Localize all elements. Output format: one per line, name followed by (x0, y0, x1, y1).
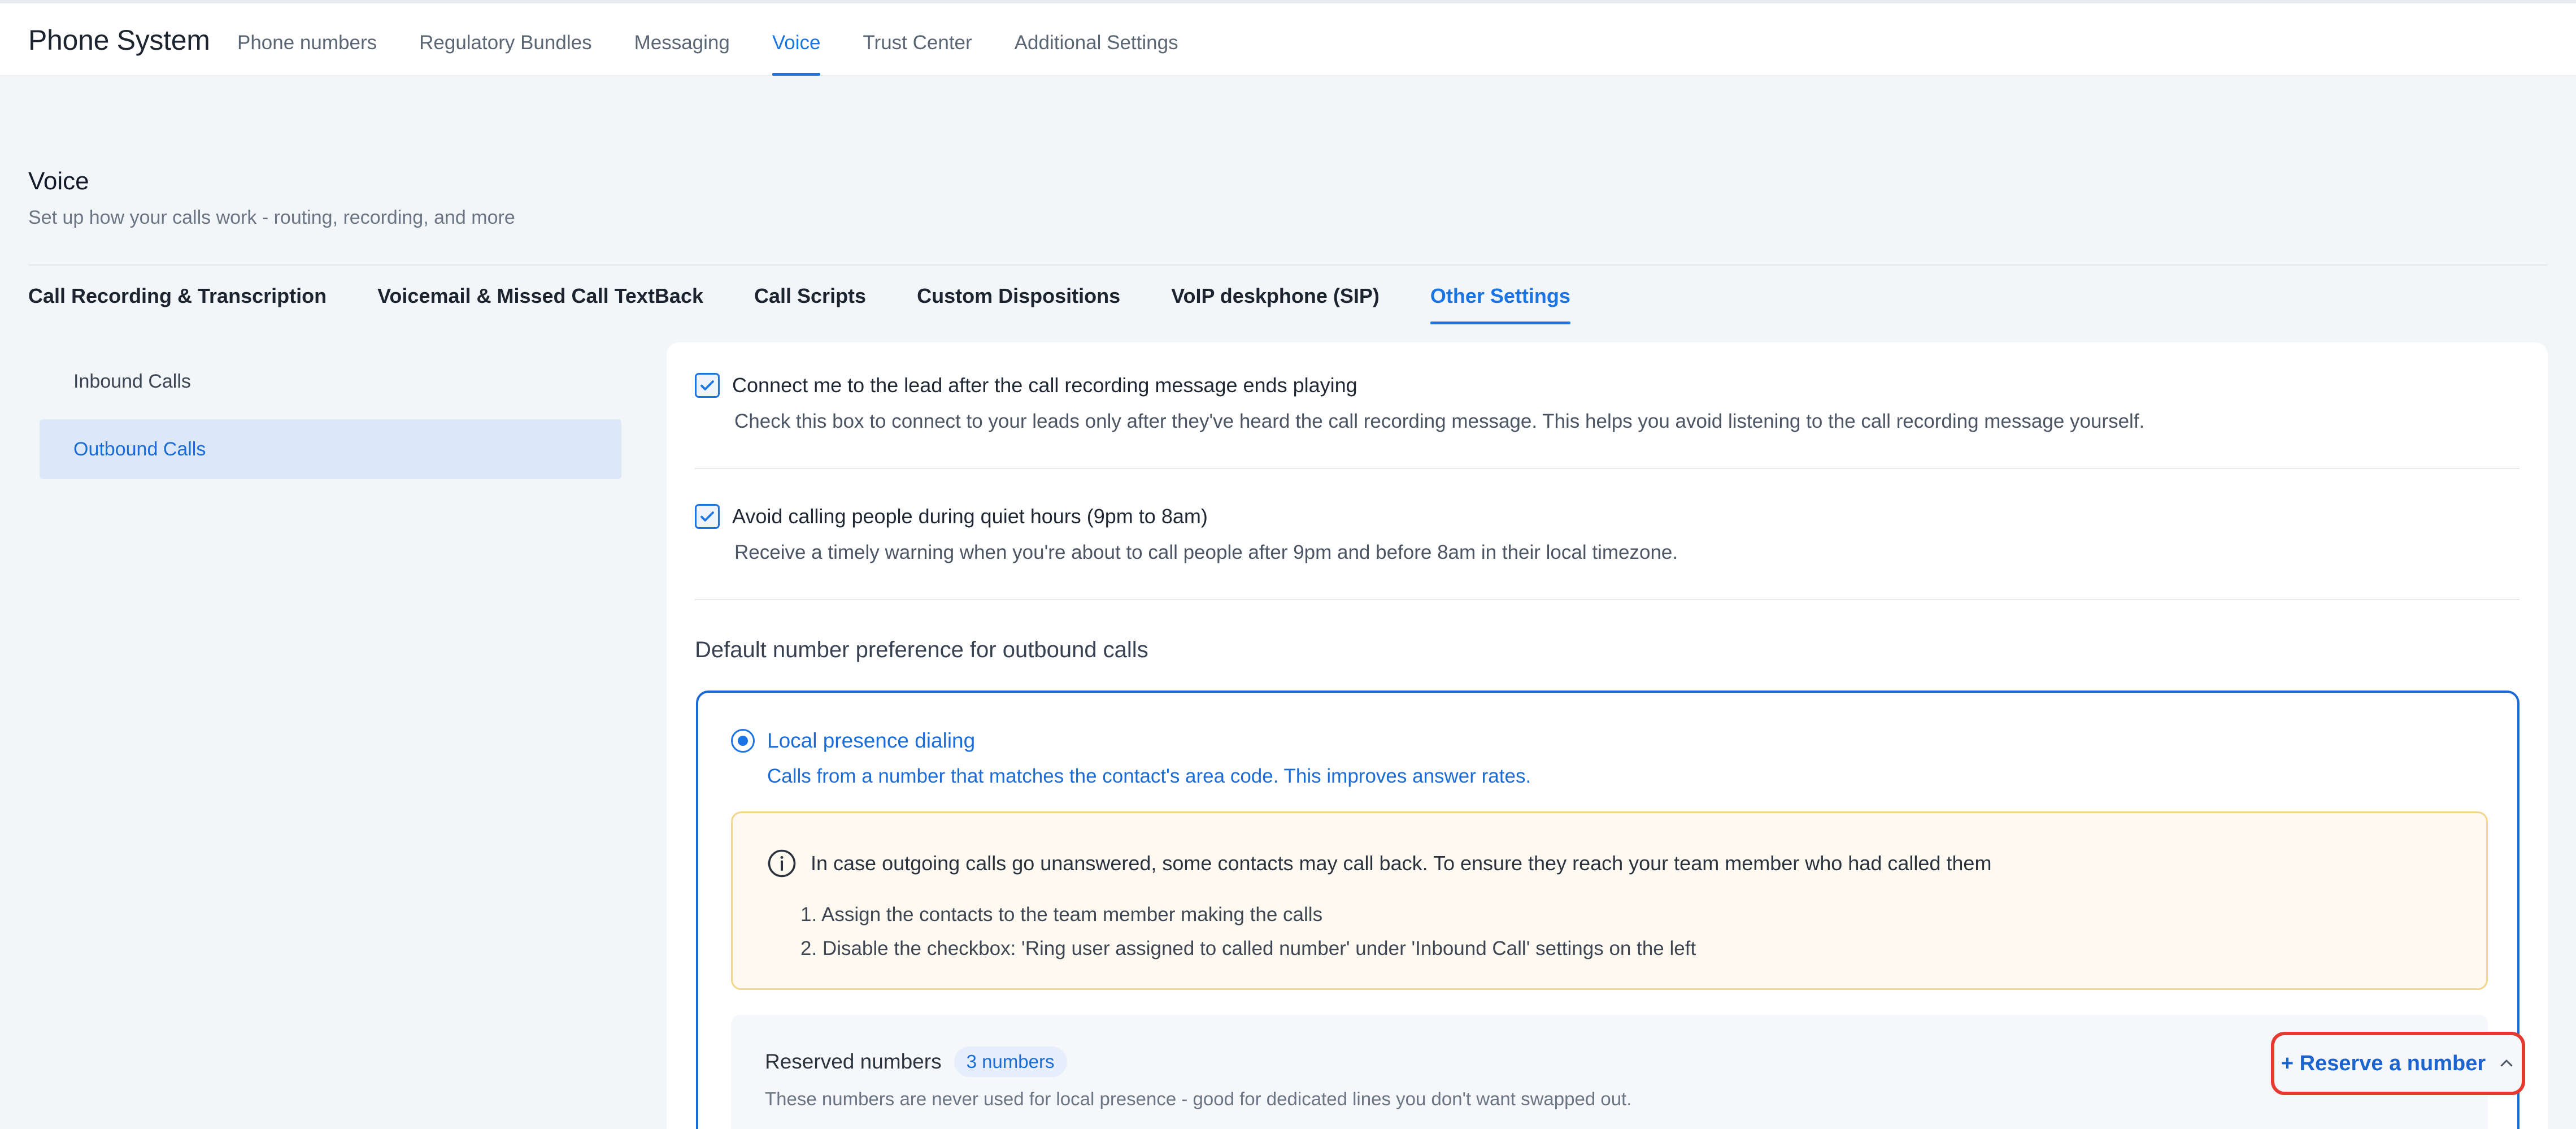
tab-other-settings[interactable]: Other Settings (1430, 270, 1570, 324)
top-nav: Phone numbers Regulatory Bundles Messagi… (237, 3, 1221, 76)
connect-after-recording-checkbox[interactable] (695, 373, 720, 398)
reserve-number-label: + Reserve a number (2281, 1051, 2486, 1075)
page-subtitle: Set up how your calls work - routing, re… (28, 207, 515, 228)
tab-call-recording[interactable]: Call Recording & Transcription (28, 270, 327, 324)
nav-additional-settings[interactable]: Additional Settings (1015, 3, 1178, 76)
tab-call-scripts[interactable]: Call Scripts (754, 270, 866, 324)
notice-text: In case outgoing calls go unanswered, so… (811, 852, 1992, 875)
settings-tabs: Call Recording & Transcription Voicemail… (28, 270, 1621, 327)
tab-voicemail[interactable]: Voicemail & Missed Call TextBack (377, 270, 703, 324)
nav-voice[interactable]: Voice (772, 3, 820, 76)
setting-description: Receive a timely warning when you're abo… (734, 541, 1678, 563)
header-divider (28, 264, 2548, 266)
sidebar-item-outbound-calls[interactable]: Outbound Calls (40, 419, 621, 479)
top-nav-bar: Phone System Phone numbers Regulatory Bu… (0, 0, 2576, 76)
notice-steps: 1. Assign the contacts to the team membe… (800, 898, 1696, 966)
setting-connect-after-recording: Connect me to the lead after the call re… (695, 373, 2520, 433)
local-presence-radio-row[interactable]: Local presence dialing (731, 729, 975, 753)
reserved-numbers-section: Reserved numbers 3 numbers These numbers… (731, 1015, 2525, 1129)
setting-title: Avoid calling people during quiet hours … (732, 505, 1208, 528)
nav-phone-numbers[interactable]: Phone numbers (237, 3, 377, 76)
settings-sidebar: Inbound Calls Outbound Calls (40, 351, 621, 487)
local-presence-option-card[interactable]: Local presence dialing Calls from a numb… (696, 691, 2525, 1129)
callback-notice: In case outgoing calls go unanswered, so… (731, 811, 2488, 990)
quiet-hours-checkbox[interactable] (695, 504, 720, 529)
nav-regulatory-bundles[interactable]: Regulatory Bundles (419, 3, 591, 76)
nav-messaging[interactable]: Messaging (634, 3, 730, 76)
check-icon (700, 511, 714, 522)
divider (695, 468, 2520, 469)
local-presence-description: Calls from a number that matches the con… (767, 765, 1531, 787)
setting-description: Check this box to connect to your leads … (734, 410, 2145, 432)
reserved-count-badge: 3 numbers (954, 1047, 1067, 1077)
chevron-up-icon (2500, 1059, 2513, 1067)
reserved-numbers-title: Reserved numbers (765, 1050, 942, 1073)
notice-step: 2. Disable the checkbox: 'Ring user assi… (800, 937, 1696, 959)
number-preference-title: Default number preference for outbound c… (695, 637, 1148, 662)
reserve-number-button[interactable]: + Reserve a number (2271, 1032, 2525, 1095)
nav-trust-center[interactable]: Trust Center (863, 3, 972, 76)
tab-custom-dispositions[interactable]: Custom Dispositions (917, 270, 1120, 324)
tab-voip-deskphone[interactable]: VoIP deskphone (SIP) (1171, 270, 1380, 324)
app-title: Phone System (28, 24, 210, 56)
check-icon (700, 380, 714, 390)
setting-title: Connect me to the lead after the call re… (732, 374, 1357, 397)
local-presence-radio[interactable] (731, 729, 755, 753)
info-icon (768, 849, 796, 878)
page-title: Voice (28, 167, 89, 195)
local-presence-label: Local presence dialing (767, 729, 976, 752)
reserved-numbers-description: These numbers are never used for local p… (765, 1088, 1632, 1109)
settings-card: Connect me to the lead after the call re… (667, 342, 2548, 1129)
setting-quiet-hours: Avoid calling people during quiet hours … (695, 504, 2520, 564)
divider (695, 599, 2520, 600)
notice-step: 1. Assign the contacts to the team membe… (800, 904, 1323, 926)
radio-selected-dot (738, 736, 748, 746)
sidebar-item-inbound-calls[interactable]: Inbound Calls (40, 351, 621, 411)
